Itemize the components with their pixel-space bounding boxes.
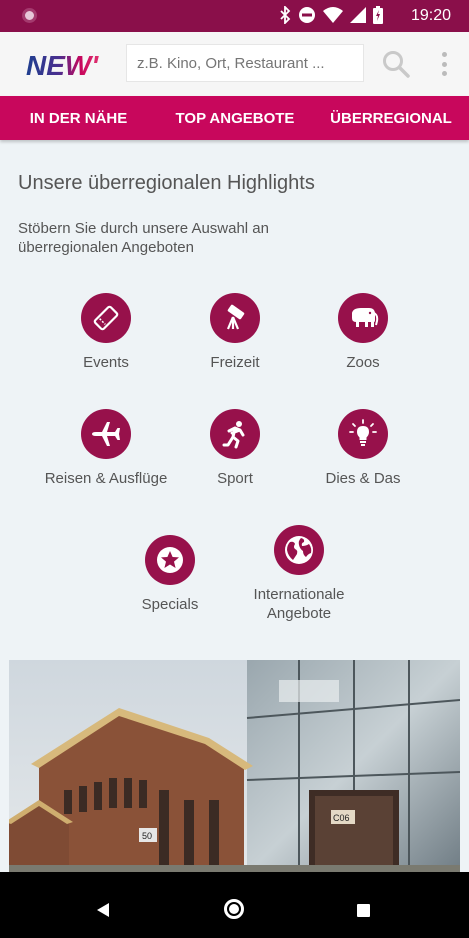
- search-input[interactable]: [126, 44, 364, 82]
- back-icon[interactable]: [96, 902, 110, 918]
- battery-icon: [373, 6, 383, 24]
- app-bar: NEW': [0, 32, 469, 96]
- lightbulb-icon: [349, 419, 377, 446]
- category-label: Reisen & Ausflüge: [44, 470, 168, 487]
- status-time: 19:20: [410, 7, 451, 24]
- building-illustration: 50 C06: [9, 660, 460, 874]
- category-events[interactable]: Events: [41, 293, 171, 372]
- svg-text:C06: C06: [333, 813, 350, 823]
- ticket-icon: [93, 305, 119, 331]
- category-label: Specials: [141, 596, 199, 613]
- recents-icon[interactable]: [357, 904, 370, 917]
- runner-icon: [222, 421, 245, 449]
- bluetooth-icon: [280, 6, 291, 24]
- category-label: Internationale Angebote: [253, 586, 345, 622]
- signal-icon: [350, 7, 366, 23]
- category-label: Freizeit: [210, 354, 260, 371]
- tab-in-der-naehe[interactable]: IN DER NÄHE: [0, 96, 157, 140]
- category-label: Events: [83, 354, 129, 371]
- category-zoos[interactable]: Zoos: [298, 293, 428, 372]
- search-icon[interactable]: [382, 50, 410, 78]
- category-specials[interactable]: Specials: [105, 535, 235, 614]
- more-vert-icon[interactable]: [438, 50, 450, 78]
- brand-logo[interactable]: NEW': [26, 48, 112, 80]
- category-sport[interactable]: Sport: [170, 409, 300, 488]
- category-freizeit[interactable]: Freizeit: [170, 293, 300, 372]
- category-label: Sport: [217, 470, 253, 487]
- category-reisen[interactable]: Reisen & Ausflüge: [41, 409, 171, 488]
- tab-top-angebote[interactable]: TOP ANGEBOTE: [157, 96, 313, 140]
- category-label: Dies & Das: [325, 470, 401, 487]
- category-dies-das[interactable]: Dies & Das: [298, 409, 428, 488]
- page-title: Unsere überregionalen Highlights: [18, 172, 315, 194]
- star-icon: [157, 547, 183, 573]
- elephant-icon: [352, 308, 379, 327]
- svg-text:NEW': NEW': [26, 50, 99, 80]
- tab-ueberregional[interactable]: ÜBERREGIONAL: [313, 96, 469, 140]
- tab-bar: IN DER NÄHE TOP ANGEBOTE ÜBERREGIONAL: [0, 96, 469, 140]
- category-international[interactable]: Internationale Angebote: [234, 525, 364, 623]
- wifi-icon: [323, 7, 343, 23]
- dnd-icon: [299, 7, 315, 23]
- telescope-icon: [226, 304, 245, 330]
- status-bar: 19:20: [0, 0, 469, 32]
- airplane-icon: [92, 422, 120, 446]
- notification-icon: [22, 8, 37, 23]
- svg-text:50: 50: [142, 831, 152, 841]
- hero-image[interactable]: 50 C06: [9, 660, 460, 874]
- home-icon[interactable]: [224, 899, 244, 919]
- category-label: Zoos: [346, 354, 380, 371]
- globe-icon: [285, 536, 313, 564]
- page-subtitle: Stöbern Sie durch unsere Auswahl an über…: [18, 220, 269, 256]
